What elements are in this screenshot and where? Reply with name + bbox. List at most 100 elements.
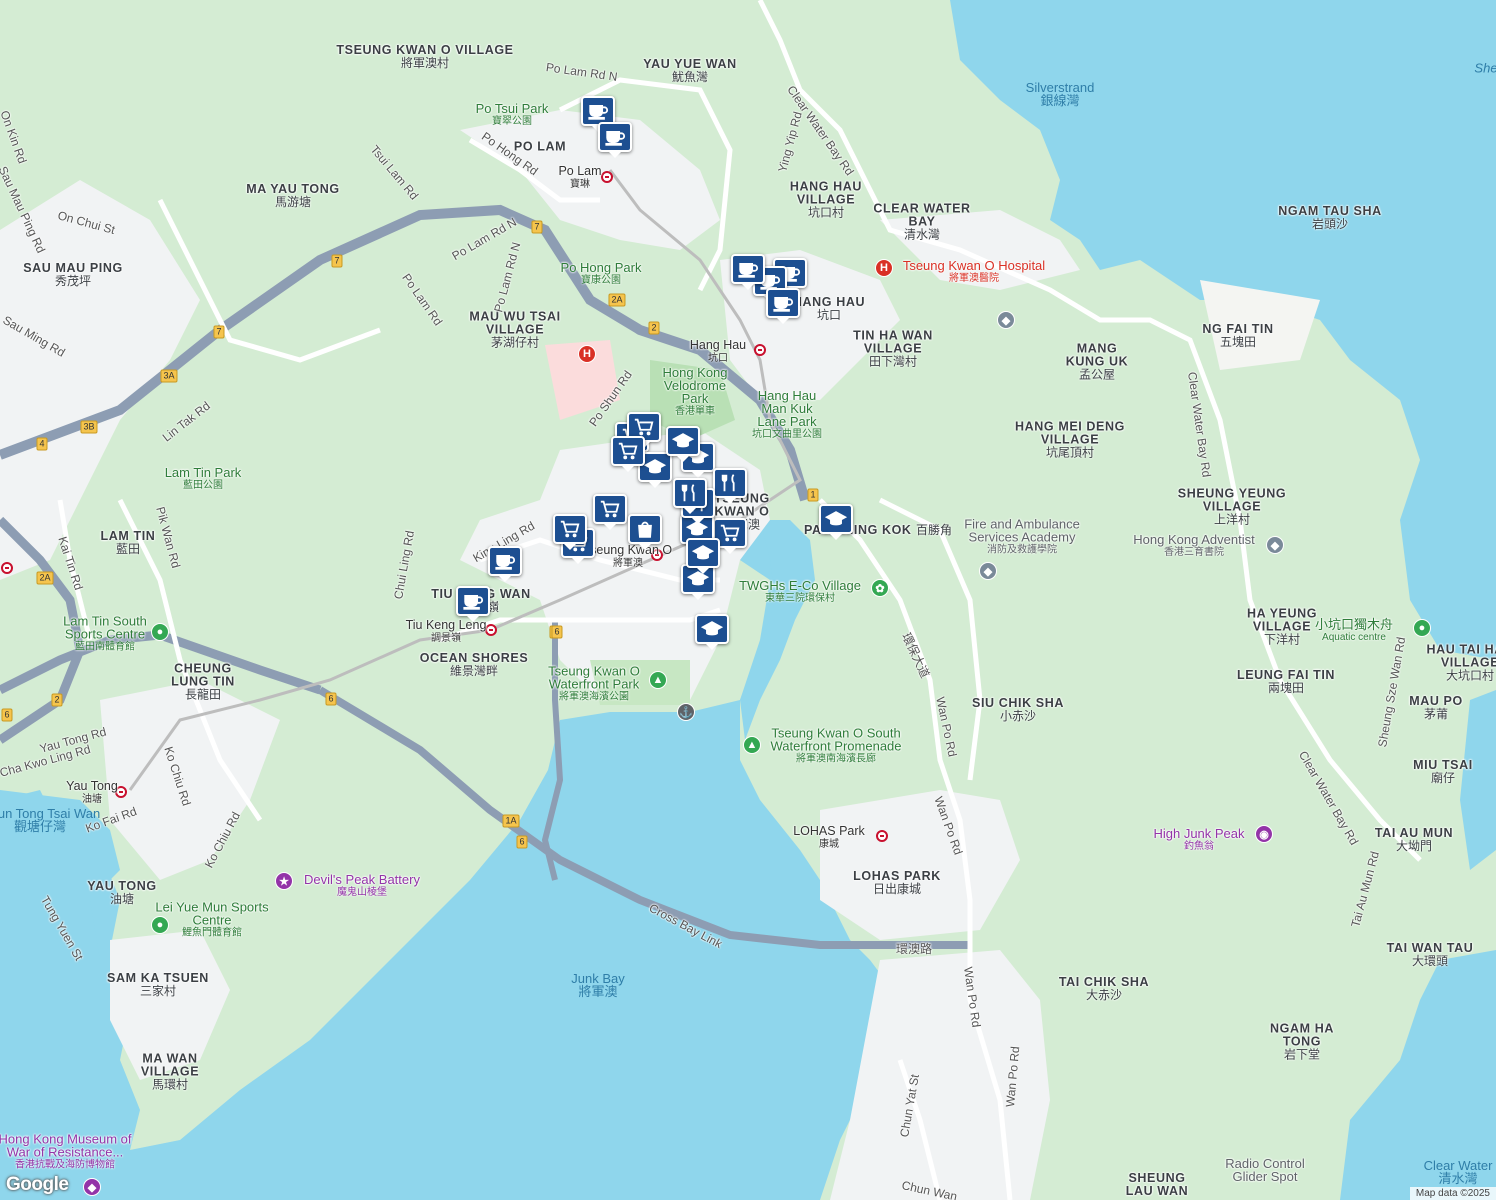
water-junk-bay: Junk Bay 將軍澳	[571, 971, 625, 999]
poi-pin-school[interactable]	[686, 538, 720, 574]
mtr-station-icon[interactable]	[1, 562, 13, 574]
poi-museum-war-resistance[interactable]: Hong Kong Museum of War of Resistance...…	[0, 1133, 135, 1172]
route-shield: 6	[551, 625, 563, 639]
lohas-urban	[820, 790, 1020, 940]
park-tko-south-promenade[interactable]: Tseung Kwan O South Waterfront Promenade…	[756, 727, 916, 766]
map-attribution[interactable]: Map data ©2025	[1409, 1187, 1496, 1200]
place-cheung-lung-tin: CHEUNG LUNG TIN 長龍田	[171, 661, 235, 702]
poi-pin-shopping[interactable]	[553, 514, 587, 550]
station-tiu-keng-leng[interactable]: Tiu Keng Leng 調景嶺	[406, 619, 487, 645]
place-leung-fai-tin: LEUNG FAI TIN 兩塊田	[1236, 668, 1336, 695]
hospital-icon[interactable]: H	[578, 345, 596, 363]
mtr-station-icon[interactable]	[601, 171, 613, 183]
poi-pin-restaurant[interactable]	[673, 478, 707, 514]
park-po-tsui[interactable]: Po Tsui Park 寶翠公園	[476, 102, 549, 128]
cafe-icon	[587, 101, 609, 121]
poi-pin-cafe[interactable]	[731, 254, 765, 290]
park-flower-icon: ✿	[871, 579, 889, 597]
station-lohas-park[interactable]: LOHAS Park 康城	[793, 825, 865, 851]
park-man-kuk-lane[interactable]: Hang Hau Man Kuk Lane Park 坑口文曲里公園	[752, 389, 822, 441]
place-mau-po: MAU PO 茅莆	[1409, 694, 1463, 721]
place-sheung-yeung-village: SHEUNG YEUNG VILLAGE 上洋村	[1177, 486, 1287, 527]
yau-tong-urban	[100, 680, 280, 880]
place-ngam-ha-tong: NGAM HA TONG 岩下堂	[1270, 1021, 1334, 1062]
place-hang-mei-deng-village: HANG MEI DENG VILLAGE 坑尾頂村	[1015, 419, 1125, 460]
water-she: She	[1474, 60, 1496, 76]
school-icon	[692, 543, 714, 563]
park-velodrome[interactable]: Hong Kong Velodrome Park 香港單車	[655, 366, 735, 418]
place-sau-mau-ping: SAU MAU PING 秀茂坪	[23, 261, 123, 288]
park-lam-tin-south-sports[interactable]: Lam Tin South Sports Centre 藍田南體育館	[50, 615, 160, 654]
place-tin-ha-wan-village: TIN HA WAN VILLAGE 田下灣村	[853, 328, 933, 369]
route-shield: 3B	[80, 420, 98, 434]
poi-high-junk-peak[interactable]: High Junk Peak 釣魚翁	[1153, 827, 1244, 853]
pier-icon: ⚓	[677, 703, 695, 721]
place-tai-wan-tau: TAI WAN TAU 大環頭	[1386, 941, 1474, 968]
cafe-icon	[772, 293, 794, 313]
place-po-lam: PO LAM	[513, 139, 567, 154]
park-tree-icon: ▲	[649, 671, 667, 689]
park-twghs-eco-village[interactable]: TWGHs E-Co Village 東華三院環保村	[739, 579, 861, 605]
poi-hong-kong-adventist[interactable]: Hong Kong Adventist 香港三育書院	[1133, 533, 1254, 559]
park-po-hong[interactable]: Po Hong Park 寶康公園	[561, 261, 642, 287]
poi-tko-hospital[interactable]: Tseung Kwan O Hospital 將軍澳醫院	[903, 259, 1045, 285]
place-lam-tin: LAM TIN 藍田	[100, 529, 156, 556]
poi-pin-cafe[interactable]	[766, 288, 800, 324]
shopping-icon	[719, 523, 741, 543]
place-ma-yau-tong: MA YAU TONG 馬游塘	[246, 182, 340, 209]
map-canvas[interactable]: TSEUNG KWAN O VILLAGE 將軍澳村 YAU YUE WAN 魷魚灣…	[0, 0, 1496, 1200]
park-lei-yue-mun-sports[interactable]: Lei Yue Mun Sports Centre 鯉魚門體育館	[152, 901, 272, 940]
school-icon	[644, 457, 666, 477]
place-mang-kung-uk: MANG KUNG UK 孟公屋	[1065, 341, 1129, 382]
school-icon	[701, 619, 723, 639]
station-yau-tong[interactable]: Yau Tong 油塘	[66, 780, 118, 806]
shopping-icon	[559, 519, 581, 539]
station-hang-hau[interactable]: Hang Hau 坑口	[690, 339, 746, 365]
google-logo: Google	[6, 1174, 69, 1195]
poi-pin-school[interactable]	[695, 614, 729, 650]
poi-pin-school[interactable]	[819, 504, 853, 540]
route-shield: 2	[648, 321, 660, 335]
mtr-station-icon[interactable]	[876, 830, 888, 842]
route-shield: 7	[531, 220, 543, 234]
cafe-icon	[462, 591, 484, 611]
poi-pin-bag[interactable]	[628, 514, 662, 550]
mtr-station-icon[interactable]	[485, 624, 497, 636]
poi-fire-ambulance-academy[interactable]: Fire and Ambulance Services Academy 消防及救護…	[952, 518, 1092, 557]
poi-pin-cafe[interactable]	[456, 586, 490, 622]
poi-pin-restaurant[interactable]	[713, 468, 747, 504]
park-lam-tin[interactable]: Lam Tin Park 藍田公園	[165, 466, 242, 492]
shopping-icon	[617, 441, 639, 461]
poi-devils-peak-battery[interactable]: Devil's Peak Battery 魔鬼山棱堡	[304, 873, 420, 899]
school-dot-icon: ◆	[979, 562, 997, 580]
route-shield: 3A	[160, 369, 178, 383]
poi-pin-school[interactable]	[666, 426, 700, 462]
landmark-icon[interactable]: ★	[275, 872, 293, 890]
landmark-icon[interactable]: ◉	[1255, 825, 1273, 843]
cafe-icon	[604, 127, 626, 147]
park-tko-waterfront[interactable]: Tseung Kwan O Waterfront Park 將軍澳海濱公園	[534, 665, 654, 704]
place-miu-tsai: MIU TSAI 廟仔	[1413, 758, 1473, 785]
poi-pin-cafe[interactable]	[488, 546, 522, 582]
place-ocean-shores: OCEAN SHORES 維景灣畔	[419, 651, 529, 678]
poi-aquatic-centre[interactable]: 小坑口獨木舟 Aquatic centre	[1315, 618, 1393, 644]
poi-pin-shopping[interactable]	[611, 436, 645, 472]
place-hang-hau-village: HANG HAU VILLAGE 坑口村	[789, 179, 863, 220]
place-sheung-lau-wan: SHEUNG LAU WAN	[1125, 1171, 1189, 1198]
mtr-station-icon[interactable]	[754, 344, 766, 356]
poi-pin-cafe[interactable]	[598, 122, 632, 158]
place-tai-au-mun: TAI AU MUN 大坳門	[1374, 826, 1454, 853]
poi-radio-control-glider[interactable]: Radio Control Glider Spot	[1215, 1157, 1315, 1183]
place-ha-yeung-village: HA YEUNG VILLAGE 下洋村	[1246, 606, 1318, 647]
place-ngam-tau-sha: NGAM TAU SHA 岩頭沙	[1278, 204, 1382, 231]
school-dot-icon: ◆	[1266, 536, 1284, 554]
station-po-lam[interactable]: Po Lam 寶琳	[558, 165, 601, 191]
restaurant-icon	[719, 473, 741, 493]
sports-centre-icon: ●	[151, 623, 169, 641]
poi-pin-shopping[interactable]	[593, 494, 627, 530]
hospital-icon[interactable]: H	[875, 259, 893, 277]
place-yau-tong: YAU TONG 油塘	[87, 879, 157, 906]
road-label: 環澳路	[896, 942, 933, 956]
place-lohas-park: LOHAS PARK 日出康城	[853, 869, 941, 896]
place-mau-wu-tsai-village: MAU WU TSAI VILLAGE 茅湖仔村	[469, 309, 561, 350]
